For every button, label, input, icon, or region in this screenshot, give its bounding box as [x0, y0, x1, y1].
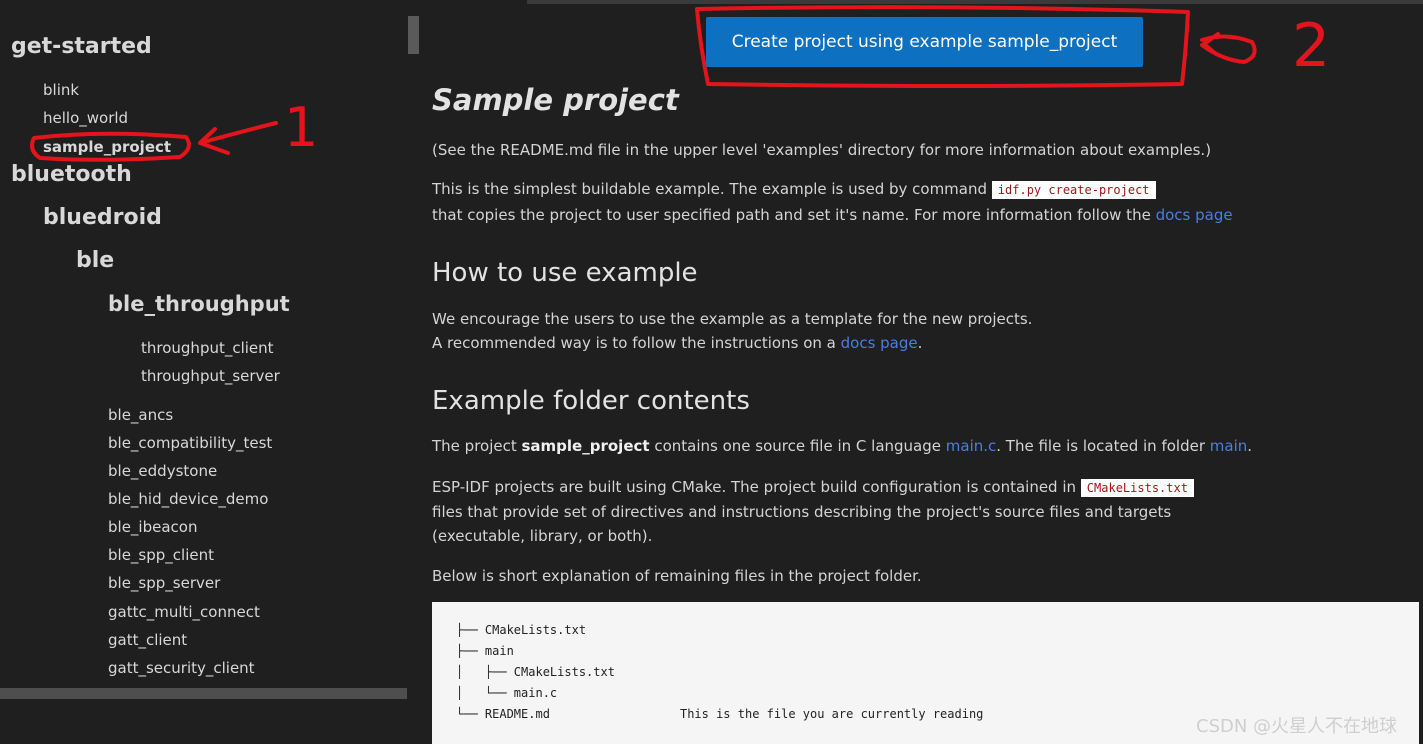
folder-paragraph: The project sample_project contains one … [432, 437, 1252, 455]
watermark: CSDN @火星人不在地球 [1196, 716, 1398, 737]
howto-line1: We encourage the users to use the exampl… [432, 310, 1033, 328]
tree-item-ble-compatibility-test[interactable]: ble_compatibility_test [108, 434, 272, 452]
below-explanation: Below is short explanation of remaining … [432, 567, 922, 585]
tree-item-throughput-client[interactable]: throughput_client [141, 339, 274, 357]
cmake-text: ESP-IDF projects are built using CMake. … [432, 478, 1081, 496]
folder-text-c: . The file is located in folder [996, 437, 1210, 455]
sidebar-horizontal-scrollbar[interactable] [0, 688, 407, 699]
intro-paragraph-line1: This is the simplest buildable example. … [432, 180, 1156, 199]
folder-text-d: . [1247, 437, 1253, 455]
cmake-line1: ESP-IDF projects are built using CMake. … [432, 478, 1194, 497]
heading-how-to-use: How to use example [432, 258, 698, 288]
main-folder-link[interactable]: main [1210, 437, 1247, 455]
tree-item-ble-spp-server[interactable]: ble_spp_server [108, 574, 220, 592]
tree-item-bluedroid[interactable]: bluedroid [43, 205, 162, 230]
tree-item-ble-spp-client[interactable]: ble_spp_client [108, 546, 214, 564]
tree-line: │ ├── CMakeLists.txt [456, 665, 615, 679]
howto-period: . [917, 334, 923, 352]
cmakelists-code: CMakeLists.txt [1080, 479, 1194, 497]
tree-line: ├── main [456, 644, 514, 658]
intro-text: This is the simplest buildable example. … [432, 180, 992, 198]
cmake-line2: files that provide set of directives and… [432, 503, 1172, 521]
page-title: Sample project [432, 83, 679, 117]
tree-item-ble-throughput[interactable]: ble_throughput [108, 292, 290, 316]
docs-page-link[interactable]: docs page [1156, 206, 1233, 224]
intro-paragraph-line2: that copies the project to user specifie… [432, 206, 1233, 224]
folder-text-b: contains one source file in C language [649, 437, 946, 455]
sidebar-vertical-scrollbar[interactable] [408, 16, 419, 54]
intro-text-2: that copies the project to user specifie… [432, 206, 1156, 224]
project-name-bold: sample_project [521, 437, 650, 455]
sidebar-tree: get-started blink hello_world sample_pro… [0, 0, 407, 744]
tree-item-hello-world[interactable]: hello_world [43, 109, 128, 127]
tree-item-gattc-multi-connect[interactable]: gattc_multi_connect [108, 603, 260, 621]
tree-line: ├── CMakeLists.txt [456, 623, 587, 637]
tree-item-ble-ancs[interactable]: ble_ancs [108, 406, 173, 424]
create-project-button[interactable]: Create project using example sample_proj… [706, 17, 1143, 67]
tree-item-ble-eddystone[interactable]: ble_eddystone [108, 462, 217, 480]
tree-item-throughput-server[interactable]: throughput_server [141, 367, 280, 385]
tree-item-gatt-client[interactable]: gatt_client [108, 631, 187, 649]
howto-text: A recommended way is to follow the instr… [432, 334, 841, 352]
tree-line: │ └── main.c [456, 686, 558, 700]
readme-content: Create project using example sample_proj… [420, 0, 1423, 744]
tree-item-bluetooth[interactable]: bluetooth [11, 162, 132, 187]
tree-item-ble-ibeacon[interactable]: ble_ibeacon [108, 518, 197, 536]
tree-item-sample-project[interactable]: sample_project [43, 138, 171, 156]
tree-line: └── README.md This is the file you are c… [456, 707, 984, 721]
docs-page-link-2[interactable]: docs page [841, 334, 918, 352]
cmake-line3: (executable, library, or both). [432, 527, 653, 545]
tree-item-ble-hid-device-demo[interactable]: ble_hid_device_demo [108, 490, 268, 508]
readme-note: (See the README.md file in the upper lev… [432, 141, 1212, 159]
main-c-link[interactable]: main.c [946, 437, 997, 455]
create-project-command: idf.py create-project [991, 181, 1156, 199]
heading-folder-contents: Example folder contents [432, 386, 750, 416]
howto-line2: A recommended way is to follow the instr… [432, 334, 922, 352]
tree-item-gatt-security-client[interactable]: gatt_security_client [108, 659, 255, 677]
tree-item-get-started[interactable]: get-started [11, 34, 152, 59]
tree-item-ble[interactable]: ble [76, 248, 114, 273]
tree-item-blink[interactable]: blink [43, 81, 79, 99]
folder-text-a: The project [432, 437, 522, 455]
